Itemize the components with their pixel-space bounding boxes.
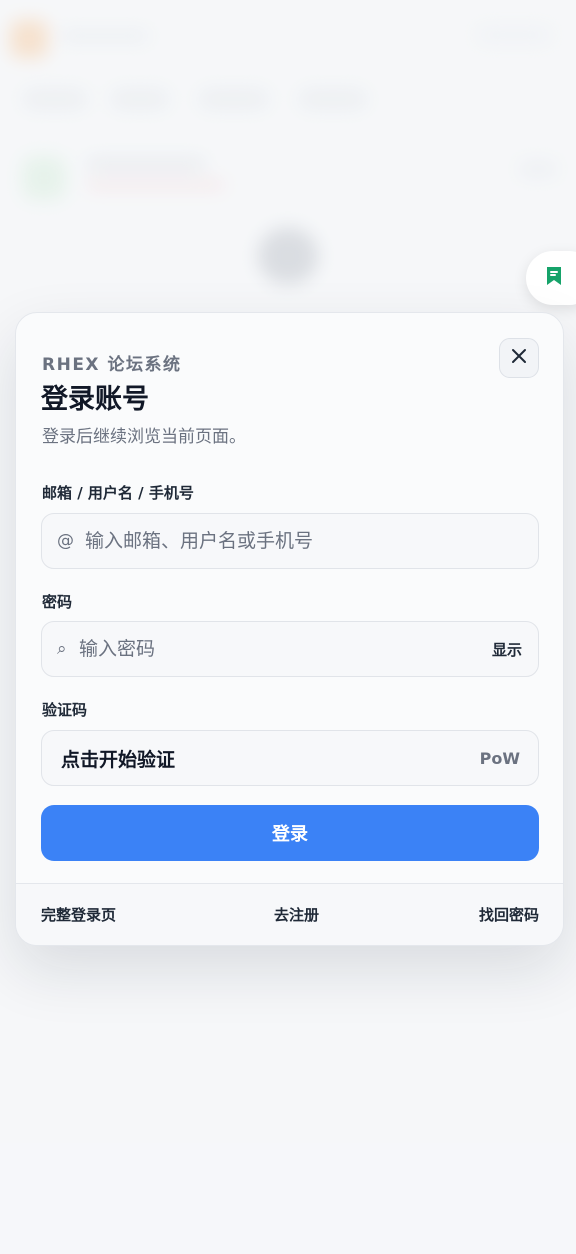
recover-password-link[interactable]: 找回密码	[479, 904, 539, 925]
close-button[interactable]	[499, 338, 539, 378]
close-icon	[510, 347, 528, 369]
dialog-brand: RHEX 论坛系统	[42, 355, 182, 375]
captcha-button[interactable]: 点击开始验证 PoW	[41, 730, 539, 786]
password-label: 密码	[42, 593, 73, 611]
show-password-toggle[interactable]: 显示	[492, 639, 522, 660]
captcha-badge: PoW	[479, 748, 520, 768]
captcha-text: 点击开始验证	[61, 748, 176, 771]
login-dialog: RHEX 论坛系统 登录账号 登录后继续浏览当前页面。 邮箱 / 用户名 / 手…	[15, 312, 564, 946]
login-button[interactable]: 登录	[41, 805, 539, 861]
at-icon: @	[57, 531, 74, 551]
bookmark-icon	[544, 265, 564, 291]
password-field[interactable]: ⌕ 显示	[41, 621, 539, 677]
account-label: 邮箱 / 用户名 / 手机号	[42, 484, 194, 502]
account-field[interactable]: @	[41, 513, 539, 569]
page: RHEX 论坛系统 登录账号 登录后继续浏览当前页面。 邮箱 / 用户名 / 手…	[0, 0, 576, 1254]
dialog-subtitle: 登录后继续浏览当前页面。	[42, 427, 246, 447]
dialog-footer: 完整登录页 去注册 找回密码	[16, 883, 563, 945]
register-link[interactable]: 去注册	[274, 904, 319, 925]
key-icon: ⌕	[57, 639, 67, 659]
account-input[interactable]	[85, 530, 538, 552]
bookmark-floating-button[interactable]	[526, 251, 576, 305]
captcha-label: 验证码	[42, 701, 88, 719]
dialog-title: 登录账号	[41, 384, 149, 415]
full-login-link[interactable]: 完整登录页	[41, 904, 116, 925]
password-input[interactable]	[79, 638, 492, 660]
